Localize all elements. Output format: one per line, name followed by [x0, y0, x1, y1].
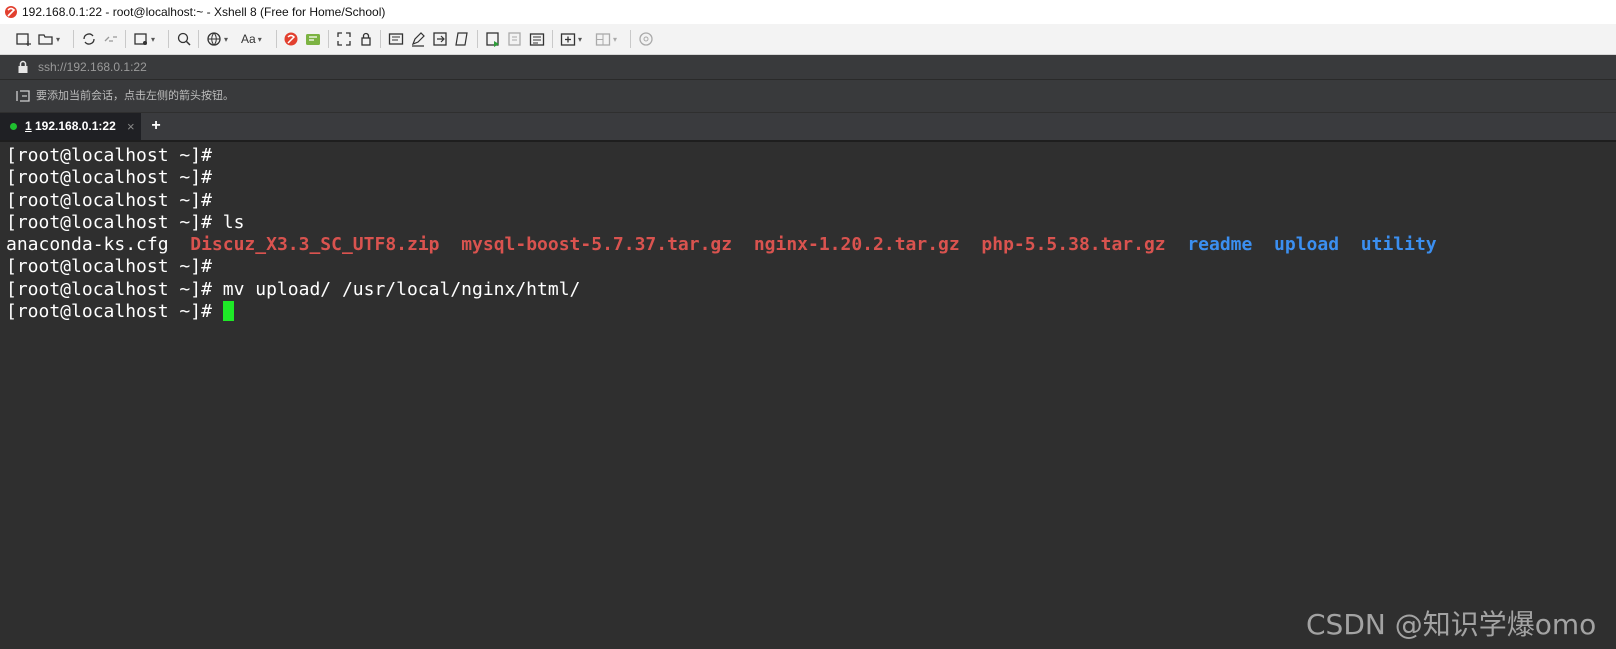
tunneling-icon[interactable]	[507, 30, 523, 48]
terminal-line: [root@localhost ~]#	[6, 256, 212, 278]
session-hint: 要添加当前会话，点击左侧的箭头按钮。	[36, 90, 234, 102]
session-bar: 要添加当前会话，点击左侧的箭头按钮。	[0, 80, 1616, 112]
file-entry: anaconda-ks.cfg	[6, 234, 169, 255]
transfer-icon[interactable]	[432, 30, 448, 48]
archive-entry: php-5.5.38.tar.gz	[981, 234, 1166, 255]
font-icon[interactable]: Aa ▾	[241, 30, 262, 48]
prompt: [root@localhost ~]#	[6, 256, 212, 277]
title-bar: 192.168.0.1:22 - root@localhost:~ - Xshe…	[0, 0, 1616, 24]
help-icon[interactable]	[638, 30, 654, 48]
lock-icon[interactable]	[358, 30, 374, 48]
notes-icon[interactable]	[529, 30, 545, 48]
script-icon[interactable]	[454, 30, 470, 48]
session-arrow-icon[interactable]	[16, 90, 30, 102]
log-icon[interactable]	[485, 30, 501, 48]
prompt: [root@localhost ~]#	[6, 167, 212, 188]
directory-entry: readme	[1187, 234, 1253, 255]
command: ls	[211, 212, 245, 233]
terminal-line: [root@localhost ~]# ls	[6, 212, 244, 234]
toolbar: ▾ ▾ ▾ Aa ▾ ▾ ▾	[0, 24, 1616, 55]
prompt: [root@localhost ~]#	[6, 145, 212, 166]
layout-icon[interactable]: ▾	[595, 30, 617, 48]
prompt: [root@localhost ~]#	[6, 212, 212, 233]
command	[212, 301, 223, 322]
prompt: [root@localhost ~]#	[6, 279, 212, 300]
close-icon[interactable]: ×	[127, 113, 135, 140]
reconnect-icon[interactable]	[81, 30, 97, 48]
tab-label: 192.168.0.1:22	[35, 119, 116, 133]
lock-icon	[18, 60, 28, 73]
terminal-line: [root@localhost ~]#	[6, 145, 212, 167]
address-input[interactable]: ssh://192.168.0.1:22	[38, 55, 147, 79]
properties-icon[interactable]: ▾	[133, 30, 155, 48]
font-label: Aa	[241, 32, 256, 46]
terminal-output[interactable]: [root@localhost ~]# [root@localhost ~]# …	[0, 142, 1616, 649]
watermark: CSDN @知识学爆omo	[1306, 608, 1597, 641]
tab-bar: 1 192.168.0.1:22 × +	[0, 113, 1616, 142]
address-bar[interactable]: ssh://192.168.0.1:22	[0, 55, 1616, 80]
terminal-cursor	[222, 301, 234, 321]
connected-status-dot	[10, 123, 17, 130]
archive-entry: Discuz_X3.3_SC_UTF8.zip	[190, 234, 440, 255]
archive-entry: nginx-1.20.2.tar.gz	[753, 234, 960, 255]
tab-session-1[interactable]: 1 192.168.0.1:22 ×	[0, 113, 141, 140]
tab-number: 1	[25, 119, 32, 133]
new-tab-icon[interactable]: ▾	[560, 30, 582, 48]
add-tab-button[interactable]: +	[148, 113, 164, 140]
directory-entry: upload	[1274, 234, 1340, 255]
xftp-icon[interactable]	[283, 30, 299, 48]
terminal-input-line[interactable]: [root@localhost ~]#	[6, 301, 234, 323]
terminal-line: [root@localhost ~]# mv upload/ /usr/loca…	[6, 279, 580, 301]
window-title: 192.168.0.1:22 - root@localhost:~ - Xshe…	[22, 5, 386, 19]
terminal-line: [root@localhost ~]#	[6, 167, 212, 189]
terminal-line: [root@localhost ~]#	[6, 190, 212, 212]
encoding-globe-icon[interactable]: ▾	[206, 30, 228, 48]
prompt: [root@localhost ~]#	[6, 190, 212, 211]
prompt: [root@localhost ~]#	[6, 301, 212, 322]
directory-entry: utility	[1360, 234, 1437, 255]
highlight-icon[interactable]	[410, 30, 426, 48]
new-session-icon[interactable]	[16, 30, 32, 48]
ls-output-line: anaconda-ks.cfg Discuz_X3.3_SC_UTF8.zip …	[6, 234, 1437, 256]
open-folder-icon[interactable]: ▾	[38, 30, 60, 48]
archive-entry: mysql-boost-5.7.37.tar.gz	[461, 234, 733, 255]
command: mv upload/ /usr/local/nginx/html/	[211, 279, 581, 300]
compose-icon[interactable]	[388, 30, 404, 48]
disconnect-icon[interactable]	[103, 30, 119, 48]
xshell-logo-icon	[5, 6, 17, 18]
search-icon[interactable]	[176, 30, 192, 48]
fullscreen-icon[interactable]	[336, 30, 352, 48]
xshell-file-icon[interactable]	[305, 30, 321, 48]
